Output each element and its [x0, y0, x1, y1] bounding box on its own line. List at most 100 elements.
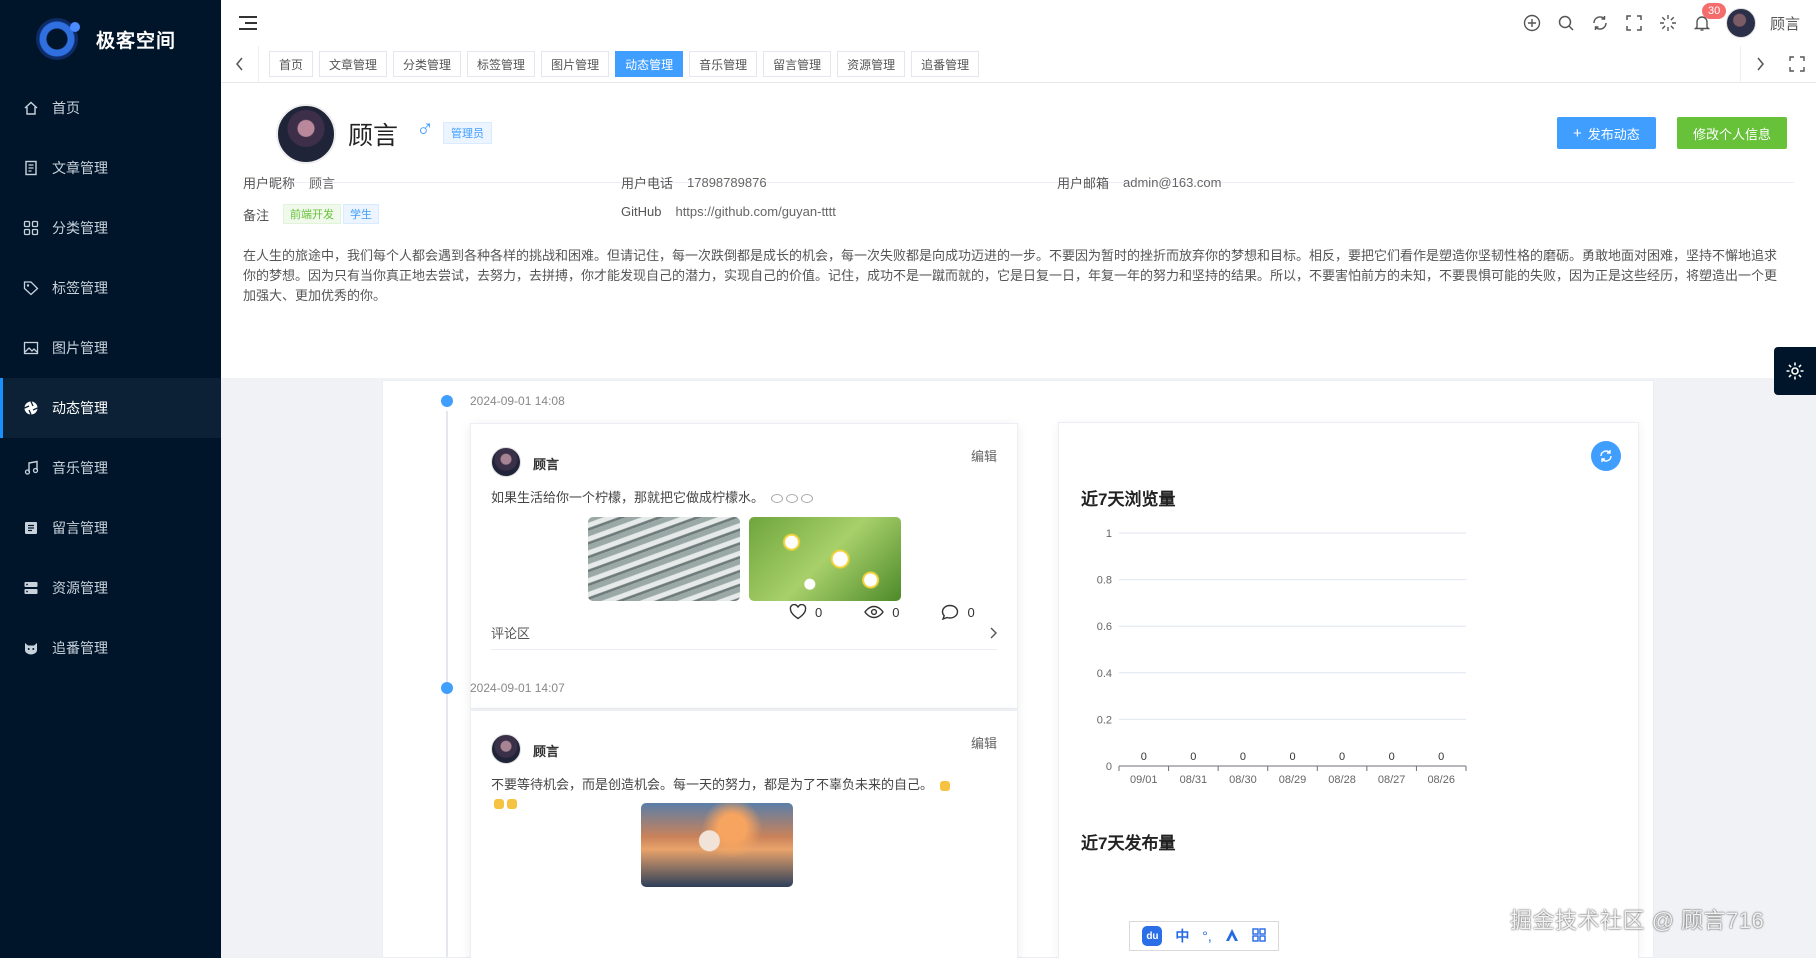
sidebar-item[interactable]: 分类管理 — [0, 198, 221, 258]
post-image-girl[interactable] — [641, 803, 793, 887]
sidebar-item-label: 追番管理 — [52, 640, 108, 656]
x-tick-label: 08/28 — [1328, 774, 1356, 786]
post-text-content: 如果生活给你一个柠檬，那就把它做成柠檬水。 — [491, 490, 765, 505]
tab-scroll-right-icon[interactable] — [1740, 45, 1778, 83]
remark-row: 备注 前端开发 学生 — [243, 204, 380, 224]
comment-area-label: 评论区 — [491, 626, 531, 641]
email-label: 用户邮箱 — [1057, 176, 1110, 191]
tab[interactable]: 留言管理 — [763, 51, 832, 77]
sidebar-item[interactable]: 文章管理 — [0, 138, 221, 198]
post-time: 2024-09-01 14:08 — [470, 394, 565, 408]
profile-card: 顾言 ♂ 管理员 + 发布动态 修改个人信息 用户昵称 顾言 用户电话 1789… — [221, 83, 1816, 378]
tag-icon — [22, 279, 40, 297]
ime-chinese-toggle[interactable]: 中 — [1175, 926, 1189, 946]
fullscreen-icon[interactable] — [1624, 13, 1644, 33]
tab[interactable]: 图片管理 — [541, 51, 610, 77]
ime-skin-icon[interactable] — [1225, 928, 1239, 945]
data-label: 0 — [1141, 751, 1147, 763]
y-tick-label: 0 — [1106, 761, 1112, 773]
data-label: 0 — [1240, 751, 1246, 763]
edit-profile-button[interactable]: 修改个人信息 — [1677, 117, 1788, 149]
tab-scroll-left-icon[interactable] — [221, 45, 259, 83]
settings-button[interactable] — [1774, 347, 1816, 395]
tab[interactable]: 资源管理 — [837, 51, 906, 77]
sidebar-item-label: 音乐管理 — [52, 460, 108, 476]
sidebar-item-label: 留言管理 — [52, 520, 108, 536]
phone-label: 用户电话 — [621, 176, 674, 191]
music-icon — [22, 459, 40, 477]
emoji-icon — [939, 780, 950, 791]
tabs-fullscreen-icon[interactable] — [1778, 46, 1816, 83]
grid-icon — [22, 219, 40, 237]
remark-label: 备注 — [243, 207, 270, 223]
tab[interactable]: 动态管理 — [615, 51, 684, 77]
search-icon[interactable] — [1556, 13, 1576, 33]
ime-grid-icon[interactable] — [1251, 927, 1266, 945]
data-label: 0 — [1289, 751, 1295, 763]
refresh-icon — [1600, 450, 1612, 462]
y-tick-label: 0.8 — [1097, 575, 1112, 587]
document-icon — [22, 159, 40, 177]
ime-toolbar: du 中 °, — [1129, 921, 1279, 951]
y-tick-label: 0.2 — [1097, 714, 1112, 726]
male-icon: ♂ — [416, 115, 434, 142]
loading-icon[interactable] — [1658, 13, 1678, 33]
sidebar-item-label: 文章管理 — [52, 160, 108, 176]
tab[interactable]: 标签管理 — [467, 51, 536, 77]
refresh-chart-button[interactable] — [1591, 441, 1621, 471]
publish-button[interactable]: + 发布动态 — [1557, 117, 1656, 149]
post-image-sand[interactable] — [588, 517, 740, 601]
logo[interactable]: 极客空间 — [0, 0, 221, 78]
storage-icon — [22, 579, 40, 597]
phone-value: 17898789876 — [687, 175, 767, 190]
logo-icon — [36, 18, 80, 60]
tab[interactable]: 追番管理 — [911, 51, 980, 77]
nickname-label: 用户昵称 — [243, 176, 296, 191]
emoji-icon — [770, 494, 783, 504]
edit-post-link[interactable]: 编辑 — [971, 446, 997, 465]
phone-row: 用户电话 17898789876 — [621, 173, 767, 192]
post-username: 顾言 — [533, 744, 560, 759]
sidebar-item-label: 标签管理 — [52, 280, 108, 296]
sidebar-item[interactable]: 标签管理 — [0, 258, 221, 318]
refresh-icon[interactable] — [1590, 13, 1610, 33]
aperture-icon — [22, 399, 40, 417]
post-text: 如果生活给你一个柠檬，那就把它做成柠檬水。 — [491, 489, 997, 507]
ime-du-icon[interactable]: du — [1142, 926, 1163, 946]
profile-avatar — [276, 104, 336, 164]
github-label: GitHub — [621, 204, 662, 219]
ime-punctuation-icon[interactable]: °, — [1202, 928, 1212, 944]
moments-panel: 2024-09-01 14:08 顾言 编辑 如果生活给你一个柠檬，那就把它做成… — [382, 380, 1654, 958]
nickname-row: 用户昵称 顾言 — [243, 173, 335, 192]
sidebar-item[interactable]: 资源管理 — [0, 558, 221, 618]
edit-post-link[interactable]: 编辑 — [971, 733, 997, 752]
home-icon — [22, 99, 40, 117]
post-image-daisy[interactable] — [749, 517, 901, 601]
tab[interactable]: 分类管理 — [393, 51, 462, 77]
views-chart: 0 0.2 0.4 0.6 0.8 1 09/01 0 08/31 0 08/30 0 08/29 0 08… — [1097, 528, 1467, 786]
comment-area-toggle[interactable]: 评论区 — [491, 616, 997, 650]
sidebar-item[interactable]: 图片管理 — [0, 318, 221, 378]
data-label: 0 — [1339, 751, 1345, 763]
tab[interactable]: 首页 — [269, 51, 314, 77]
menu-toggle-icon[interactable] — [239, 16, 257, 30]
github-link[interactable]: https://github.com/guyan-tttt — [675, 204, 835, 219]
header-username[interactable]: 顾言 — [1770, 13, 1800, 34]
sidebar-item[interactable]: 留言管理 — [0, 498, 221, 558]
sidebar-item[interactable]: 首页 — [0, 78, 221, 138]
sidebar-item[interactable]: 音乐管理 — [0, 438, 221, 498]
tab[interactable]: 文章管理 — [319, 51, 388, 77]
sidebar-item[interactable]: 追番管理 — [0, 618, 221, 678]
data-label: 0 — [1190, 751, 1196, 763]
add-circle-icon[interactable] — [1522, 13, 1542, 33]
cat-icon — [22, 639, 40, 657]
nickname-value: 顾言 — [309, 176, 336, 191]
avatar[interactable] — [1725, 8, 1756, 38]
tabs-list: 首页 文章管理 分类管理 标签管理 图片管理 动态管理 音乐管理 留言管理 资源管理 追番管理 — [259, 51, 980, 77]
sidebar-item-label: 资源管理 — [52, 580, 108, 596]
tab[interactable]: 音乐管理 — [689, 51, 758, 77]
post-time: 2024-09-01 14:07 — [470, 681, 565, 695]
bell-icon[interactable]: 30 — [1692, 3, 1727, 33]
sidebar-item-label: 图片管理 — [52, 340, 108, 356]
sidebar-item[interactable]: 动态管理 — [0, 378, 221, 438]
